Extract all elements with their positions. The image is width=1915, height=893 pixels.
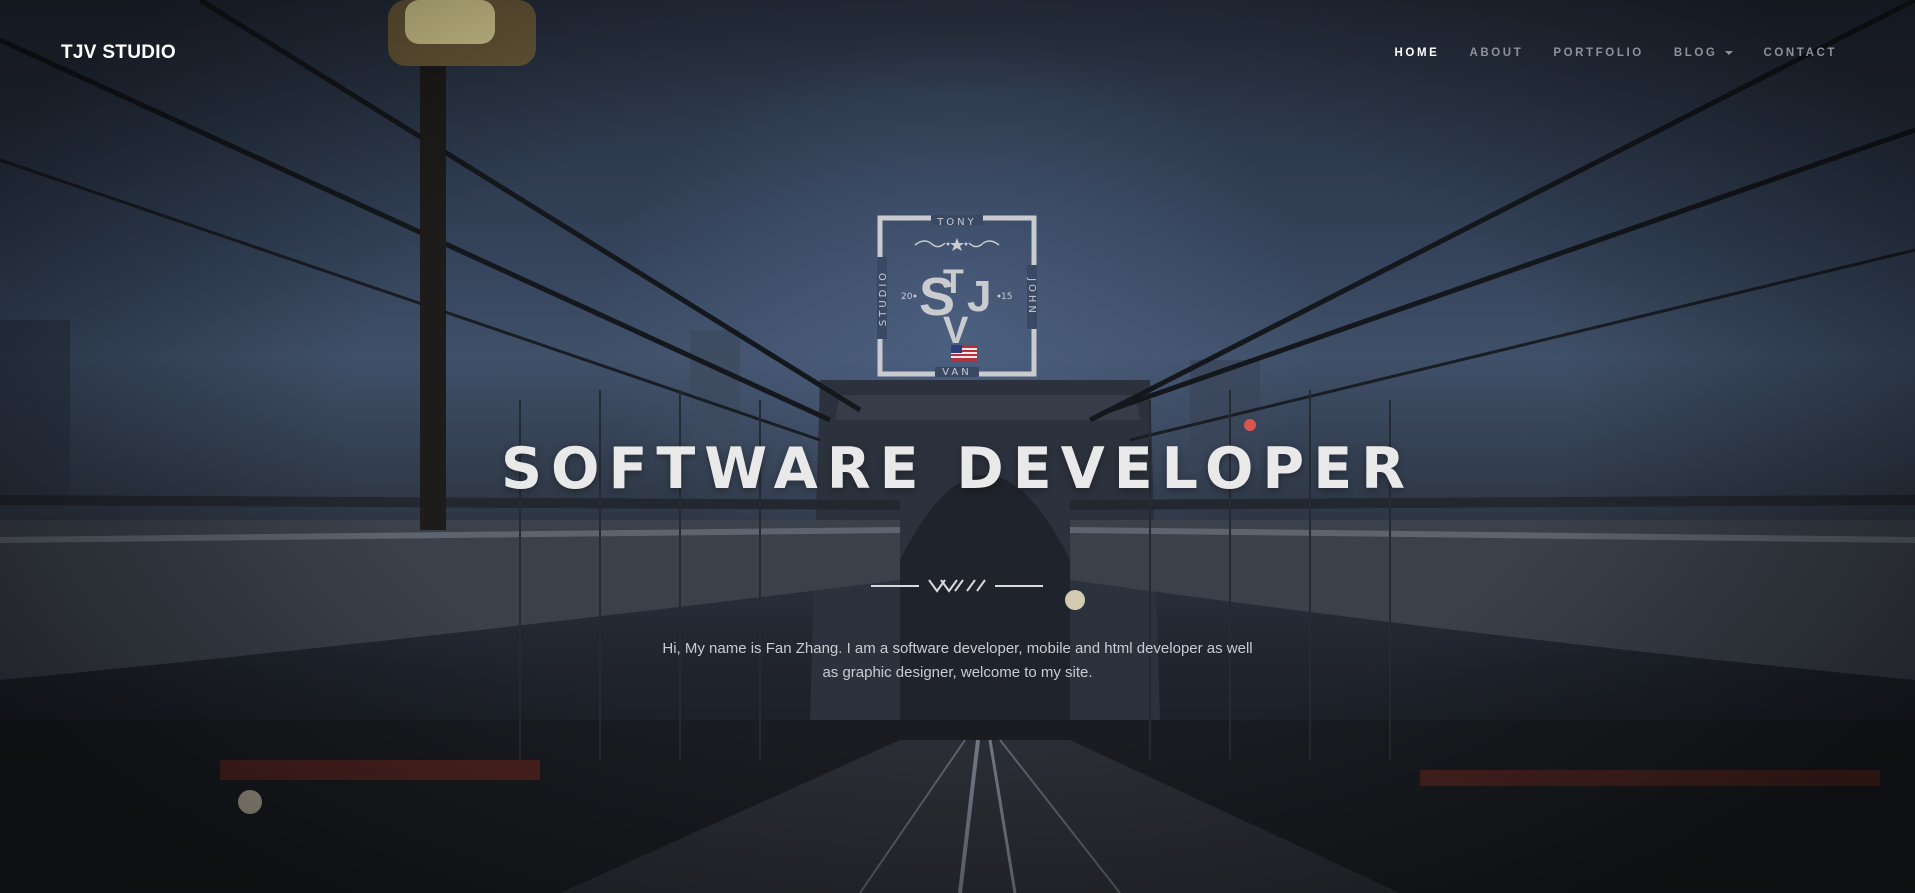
ornamental-divider	[871, 579, 1043, 593]
emblem-bottom-text: VAN	[942, 367, 972, 377]
nav-item-portfolio[interactable]: PORTFOLIO	[1553, 47, 1643, 59]
nav-item-blog[interactable]: BLOG	[1674, 47, 1734, 59]
nav-item-home[interactable]: HOME	[1395, 47, 1440, 59]
hero-headline: SOFTWARE DEVELOPER	[500, 436, 1415, 502]
nav-item-blog-label: BLOG	[1673, 47, 1718, 59]
emblem-left-text: STUDIO	[878, 270, 889, 326]
studio-emblem: TONY VAN STUDIO JOHN 20 15 S T J V	[877, 215, 1037, 378]
emblem-year-right: 15	[1001, 292, 1012, 302]
site-brand-logo[interactable]: TJV STUDIO	[61, 42, 176, 64]
emblem-year-left: 20	[901, 292, 913, 302]
emblem-right-text: JOHN	[1026, 277, 1037, 316]
emblem-top-text: TONY	[936, 217, 977, 228]
main-nav: HOME ABOUT PORTFOLIO BLOG CONTACT	[1365, 47, 1837, 59]
hero-intro-text: Hi, My name is Fan Zhang. I am a softwar…	[662, 640, 1253, 681]
monogram-j: J	[967, 272, 991, 321]
star-icon	[950, 238, 964, 251]
caret-down-icon	[1725, 51, 1734, 55]
nav-item-contact[interactable]: CONTACT	[1763, 47, 1837, 59]
monogram-t: T	[943, 263, 964, 301]
hero-section: TJV STUDIO HOME ABOUT PORTFOLIO BLOG CON…	[0, 0, 1915, 893]
nav-item-about[interactable]: ABOUT	[1469, 47, 1523, 59]
us-flag-icon	[951, 345, 977, 361]
